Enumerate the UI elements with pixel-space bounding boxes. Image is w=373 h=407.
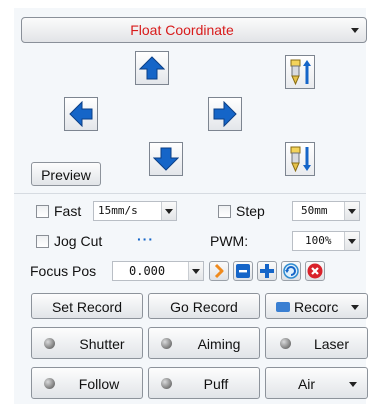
laser-label: Laser (313, 336, 350, 352)
z-up-button[interactable] (285, 55, 315, 89)
status-led-icon (44, 338, 55, 349)
pwm-select[interactable]: 100% (292, 231, 360, 251)
focus-clear-button[interactable] (305, 261, 325, 281)
follow-label: Follow (78, 376, 120, 392)
chevron-down-icon (188, 262, 203, 280)
focus-run-button[interactable] (209, 261, 229, 281)
status-led-icon (161, 378, 172, 389)
set-record-button[interactable]: Set Record (31, 293, 143, 319)
focus-minus-button[interactable] (233, 261, 253, 281)
step-checkbox[interactable] (218, 205, 231, 218)
follow-button[interactable]: Follow (31, 367, 143, 399)
arrow-right-icon (213, 101, 237, 127)
minus-icon (236, 264, 250, 278)
arrow-left-icon (69, 101, 93, 127)
arrow-up-icon (139, 56, 165, 80)
puff-button[interactable]: Puff (148, 367, 260, 399)
go-record-button[interactable]: Go Record (148, 293, 260, 319)
play-icon (214, 263, 224, 279)
fast-label: Fast (54, 203, 82, 219)
puff-label: Puff (203, 376, 229, 392)
chevron-down-icon (351, 28, 359, 33)
preview-button[interactable]: Preview (31, 162, 101, 186)
arrow-down-icon (153, 147, 179, 171)
fast-speed-value: 15mm/s (98, 204, 138, 217)
z-down-button[interactable] (285, 142, 315, 176)
z-axis-down-icon (290, 146, 311, 173)
chevron-down-icon (349, 382, 357, 387)
focus-plus-button[interactable] (257, 261, 277, 281)
air-label: Air (297, 376, 316, 392)
fast-checkbox[interactable] (36, 205, 49, 218)
divider (14, 193, 366, 194)
chevron-down-icon (344, 202, 359, 220)
status-led-icon (44, 378, 55, 389)
chevron-down-icon (161, 202, 176, 220)
jog-up-button[interactable] (135, 51, 169, 85)
step-value: 50mm (301, 204, 328, 217)
jog-cut-label: Jog Cut (54, 233, 103, 249)
focus-pos-label: Focus Pos (30, 263, 97, 279)
focus-refresh-button[interactable] (281, 261, 301, 281)
record-menu-label: Recorc (294, 299, 339, 315)
step-select[interactable]: 50mm (292, 201, 360, 221)
refresh-icon (283, 263, 299, 279)
z-axis-up-icon (290, 59, 311, 86)
plus-icon (260, 264, 274, 278)
jog-left-button[interactable] (64, 97, 98, 131)
aiming-label: Aiming (197, 336, 241, 352)
preview-label: Preview (41, 167, 91, 183)
air-button[interactable]: Air (265, 367, 368, 399)
record-icon (276, 302, 290, 312)
jog-cut-checkbox[interactable] (36, 235, 49, 248)
record-menu-button[interactable]: Recorc (265, 293, 368, 319)
focus-pos-select[interactable]: 0.000 (112, 261, 204, 281)
aiming-button[interactable]: Aiming (148, 327, 260, 359)
coordinate-mode-value: Float Coordinate (130, 22, 234, 38)
pwm-label: PWM: (210, 233, 249, 249)
jog-cut-settings-button[interactable]: ··· (137, 231, 154, 247)
fast-speed-select[interactable]: 15mm/s (93, 201, 177, 221)
shutter-button[interactable]: Shutter (31, 327, 143, 359)
coordinate-mode-select[interactable]: Float Coordinate (21, 17, 367, 43)
step-label: Step (236, 203, 265, 219)
chevron-down-icon (351, 305, 359, 310)
status-led-icon (161, 338, 172, 349)
laser-button[interactable]: Laser (265, 327, 368, 359)
jog-down-button[interactable] (149, 142, 183, 176)
set-record-label: Set Record (51, 299, 123, 315)
status-led-icon (280, 338, 291, 349)
shutter-label: Shutter (79, 336, 125, 352)
focus-pos-value: 0.000 (129, 264, 166, 278)
close-icon (307, 263, 323, 279)
chevron-down-icon (344, 232, 359, 250)
jog-right-button[interactable] (208, 97, 242, 131)
pwm-value: 100% (305, 234, 332, 247)
go-record-label: Go Record (170, 299, 238, 315)
